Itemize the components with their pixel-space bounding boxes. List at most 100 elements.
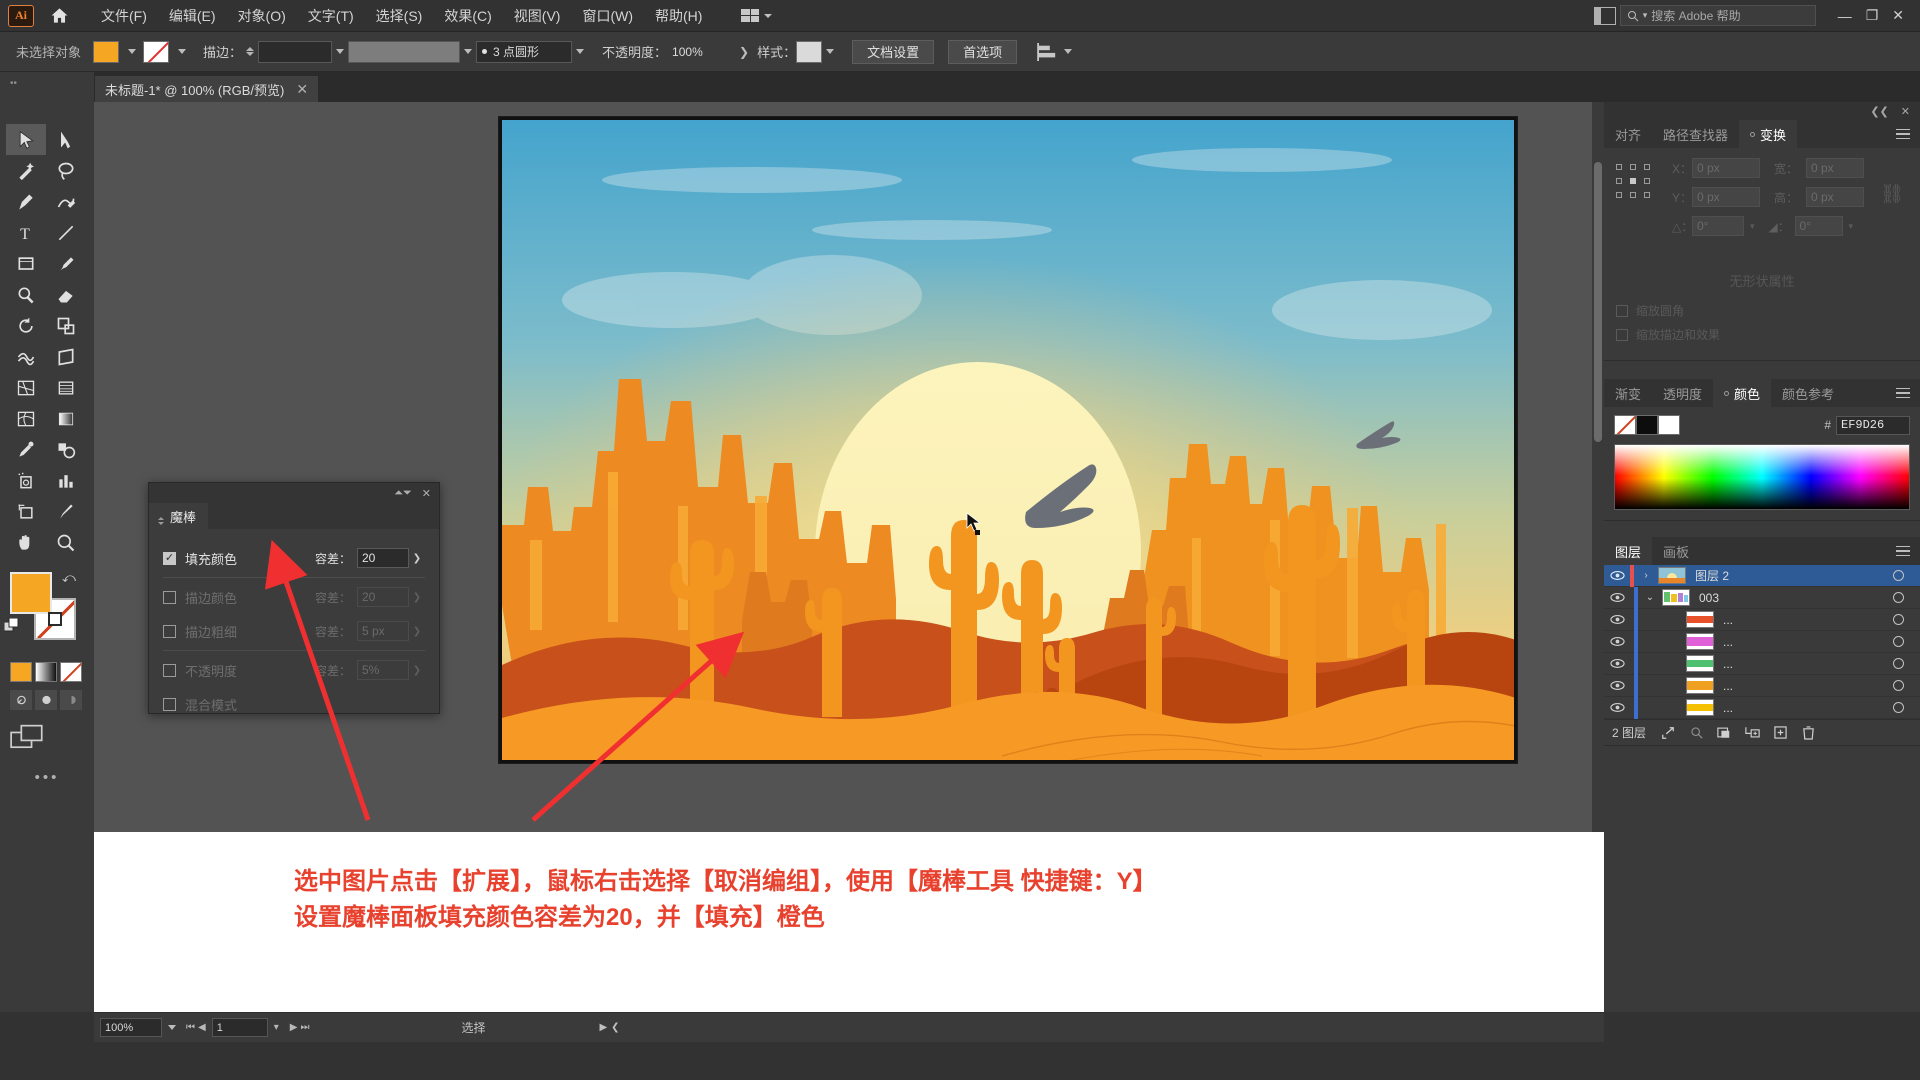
screen-mode-button[interactable] xyxy=(0,724,94,753)
column-graph-tool[interactable] xyxy=(46,465,86,496)
fill-swatch-group[interactable] xyxy=(93,40,143,63)
black-swatch[interactable] xyxy=(1636,415,1658,435)
blending-mode-checkbox[interactable] xyxy=(163,697,176,711)
opacity-tolerance-expand-icon[interactable]: ❯ xyxy=(409,660,425,680)
make-clipping-mask-icon[interactable] xyxy=(1710,720,1738,746)
fill-chevron-down-icon[interactable] xyxy=(128,49,137,54)
selection-tool[interactable] xyxy=(6,124,46,155)
opacity-expand-icon[interactable]: ❯ xyxy=(739,45,749,59)
white-swatch[interactable] xyxy=(1658,415,1680,435)
zoom-tool[interactable] xyxy=(46,527,86,558)
opacity-input[interactable]: 100% xyxy=(667,40,732,63)
stroke-weight-input[interactable] xyxy=(258,40,333,63)
menu-item-view[interactable]: 视图(V) xyxy=(503,2,572,30)
opacity-tolerance-input[interactable]: 5% xyxy=(357,660,409,680)
fill-color-box[interactable] xyxy=(10,572,52,614)
perspective-grid-tool[interactable] xyxy=(46,372,86,403)
tab-color[interactable]: 颜色 xyxy=(1713,379,1772,407)
color-spectrum-strip[interactable] xyxy=(1614,444,1910,510)
x-input[interactable]: 0 px xyxy=(1692,158,1760,178)
target-indicator-icon[interactable] xyxy=(1893,702,1904,713)
angle-input[interactable]: 0° xyxy=(1692,216,1744,236)
layer-name[interactable]: ... xyxy=(1723,635,1733,649)
zoom-chevron-down-icon[interactable] xyxy=(162,1025,182,1030)
y-input[interactable]: 0 px xyxy=(1692,187,1760,207)
none-mode-button[interactable] xyxy=(60,662,82,682)
width-input[interactable]: 0 px xyxy=(1806,158,1864,178)
tab-artboards[interactable]: 画板 xyxy=(1652,537,1700,565)
shear-chevron-down-icon[interactable]: ▾ xyxy=(1849,221,1854,232)
target-indicator-icon[interactable] xyxy=(1893,570,1904,581)
tab-gradient[interactable]: 渐变 xyxy=(1604,379,1652,407)
hex-input[interactable]: EF9D26 xyxy=(1836,415,1910,435)
style-chevron-down-icon[interactable] xyxy=(822,41,838,63)
line-segment-tool[interactable] xyxy=(46,217,86,248)
delete-selection-icon[interactable] xyxy=(1794,720,1822,746)
hand-tool[interactable] xyxy=(6,527,46,558)
stroke-color-tolerance-expand-icon[interactable]: ❯ xyxy=(409,587,425,607)
fill-color-checkbox[interactable] xyxy=(163,551,176,565)
twirl-icon[interactable]: › xyxy=(1634,570,1658,581)
height-input[interactable]: 0 px xyxy=(1806,187,1864,207)
slice-tool[interactable] xyxy=(46,496,86,527)
stroke-weight-chevron-down-icon[interactable] xyxy=(332,41,348,63)
menu-item-edit[interactable]: 编辑(E) xyxy=(158,2,227,30)
paintbrush-tool[interactable] xyxy=(46,248,86,279)
blend-tool[interactable] xyxy=(46,434,86,465)
shaper-tool[interactable] xyxy=(6,279,46,310)
tab-layers[interactable]: 图层 xyxy=(1604,537,1653,565)
pen-tool[interactable] xyxy=(6,186,46,217)
stroke-weight-tolerance-input[interactable]: 5 px xyxy=(357,621,409,641)
menu-item-file[interactable]: 文件(F) xyxy=(90,2,158,30)
scale-strokes-effects-checkbox[interactable] xyxy=(1616,328,1628,341)
arrange-documents-button[interactable] xyxy=(735,6,778,25)
close-icon[interactable]: ✕ xyxy=(296,81,308,98)
brush-definition-input[interactable]: 3 点圆形 xyxy=(476,40,573,63)
status-expand-icon[interactable]: ▶ xyxy=(599,1022,607,1033)
layer-name[interactable]: ... xyxy=(1723,701,1733,715)
target-indicator-icon[interactable] xyxy=(1893,680,1904,691)
tab-magic-wand[interactable]: 魔棒 xyxy=(149,503,209,529)
symbol-sprayer-tool[interactable] xyxy=(6,465,46,496)
tab-align[interactable]: 对齐 xyxy=(1604,120,1652,148)
free-transform-tool[interactable] xyxy=(46,341,86,372)
rectangle-tool[interactable] xyxy=(6,248,46,279)
artboard-tool[interactable] xyxy=(6,496,46,527)
draw-behind-icon[interactable] xyxy=(35,690,57,710)
home-icon[interactable] xyxy=(44,3,74,29)
gradient-tool[interactable] xyxy=(46,403,86,434)
tab-pathfinder[interactable]: 路径查找器 xyxy=(1652,120,1739,148)
align-options-icon[interactable] xyxy=(1037,42,1057,61)
default-fill-stroke-icon[interactable] xyxy=(3,617,20,634)
transform-panel-menu-button[interactable] xyxy=(1886,120,1920,148)
eye-icon[interactable] xyxy=(1604,570,1630,581)
preferences-button[interactable]: 首选项 xyxy=(948,39,1018,64)
page-chevron-down-icon[interactable]: ▾ xyxy=(274,1022,279,1033)
maximize-button[interactable]: ❐ xyxy=(1866,7,1879,24)
transform-panel-header[interactable]: ❮❮ ✕ xyxy=(1604,102,1920,120)
type-tool[interactable]: T xyxy=(6,217,46,248)
lasso-tool[interactable] xyxy=(46,155,86,186)
scale-corners-row[interactable]: 缩放圆角 xyxy=(1616,302,1908,319)
gradient-mode-button[interactable] xyxy=(35,662,57,682)
width-tool[interactable] xyxy=(6,341,46,372)
direct-selection-tool[interactable] xyxy=(46,124,86,155)
layer-row-sub3[interactable]: ... xyxy=(1604,652,1920,675)
create-new-layer-icon[interactable] xyxy=(1766,720,1794,746)
magic-wand-tool[interactable] xyxy=(6,155,46,186)
last-page-icon[interactable]: ⏭ xyxy=(300,1022,309,1033)
menu-item-effect[interactable]: 效果(C) xyxy=(433,2,502,30)
mesh-tool[interactable] xyxy=(6,403,46,434)
none-swatch[interactable] xyxy=(1614,415,1636,435)
draw-inside-icon[interactable] xyxy=(60,690,82,710)
angle-chevron-down-icon[interactable]: ▾ xyxy=(1750,221,1755,232)
stroke-color-swatch[interactable] xyxy=(143,40,170,63)
stroke-color-tolerance-input[interactable]: 20 xyxy=(357,587,409,607)
magic-wand-panel-header[interactable]: ⏶⏷ ✕ xyxy=(149,483,439,503)
document-tab[interactable]: 未标题-1* @ 100% (RGB/预览) ✕ xyxy=(94,75,320,102)
search-help-box[interactable]: ▾ 搜索 Adobe 帮助 xyxy=(1619,5,1816,26)
shape-builder-tool[interactable] xyxy=(6,372,46,403)
target-indicator-icon[interactable] xyxy=(1893,592,1904,603)
menu-item-window[interactable]: 窗口(W) xyxy=(571,2,644,30)
fill-tolerance-input[interactable]: 20 xyxy=(357,548,409,568)
